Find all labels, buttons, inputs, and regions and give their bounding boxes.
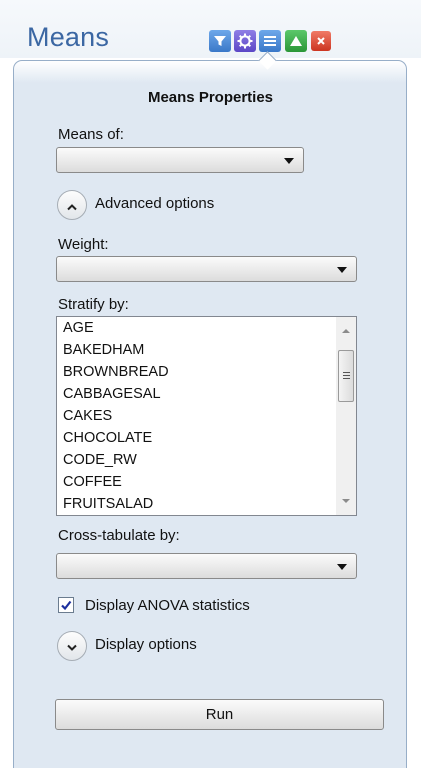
scroll-down-arrow-icon[interactable] (342, 499, 350, 503)
close-button[interactable] (311, 31, 331, 51)
weight-dropdown[interactable] (56, 256, 357, 282)
filter-icon (213, 34, 227, 48)
crosstab-label: Cross-tabulate by: (58, 527, 180, 544)
scroll-thumb[interactable] (338, 350, 354, 402)
gear-icon (237, 33, 253, 49)
grip-line (343, 372, 350, 373)
anova-label[interactable]: Display ANOVA statistics (85, 597, 250, 614)
anova-checkbox[interactable] (58, 597, 74, 613)
scroll-up-arrow-icon[interactable] (342, 329, 350, 333)
list-item[interactable]: CHOCOLATE (63, 428, 152, 448)
weight-label: Weight: (58, 236, 109, 253)
triangle-up-icon (289, 34, 303, 48)
list-icon (263, 34, 277, 48)
display-options-label[interactable]: Display options (95, 636, 197, 653)
window-header: Means (0, 0, 421, 58)
list-button[interactable] (259, 30, 281, 52)
list-item[interactable]: CODE_RW (63, 450, 137, 470)
panel-heading: Means Properties (147, 89, 274, 106)
crosstab-dropdown[interactable] (56, 553, 357, 579)
list-item[interactable]: CAKES (63, 406, 112, 426)
list-item[interactable]: BROWNBREAD (63, 362, 169, 382)
stratify-label: Stratify by: (58, 296, 129, 313)
collapse-button[interactable] (285, 30, 307, 52)
checkmark-icon (60, 596, 72, 615)
list-item[interactable]: AGE (63, 318, 94, 338)
advanced-options-toggle[interactable] (57, 190, 87, 220)
display-options-toggle[interactable] (57, 631, 87, 661)
filter-button[interactable] (209, 30, 231, 52)
grip-line (343, 375, 350, 376)
list-item[interactable]: BAKEDHAM (63, 340, 144, 360)
close-icon (316, 36, 326, 46)
list-item[interactable]: COFFEE (63, 472, 122, 492)
means-of-dropdown[interactable] (56, 147, 304, 173)
list-item[interactable]: CABBAGESAL (63, 384, 161, 404)
advanced-options-label[interactable]: Advanced options (95, 195, 214, 212)
chevron-down-icon (337, 564, 347, 570)
settings-button[interactable] (234, 30, 256, 52)
stratify-listbox[interactable]: AGE BAKEDHAM BROWNBREAD CABBAGESAL CAKES… (56, 316, 357, 516)
window-title: Means (27, 22, 110, 52)
list-item[interactable]: FRUITSALAD (63, 494, 153, 514)
run-button[interactable]: Run (55, 699, 384, 730)
chevron-down-icon (284, 158, 294, 164)
chevron-down-icon (337, 267, 347, 273)
means-of-label: Means of: (58, 126, 124, 143)
stratify-scrollbar[interactable] (336, 317, 356, 515)
chevron-down-icon (66, 637, 78, 656)
chevron-up-icon (66, 196, 78, 215)
grip-line (343, 378, 350, 379)
